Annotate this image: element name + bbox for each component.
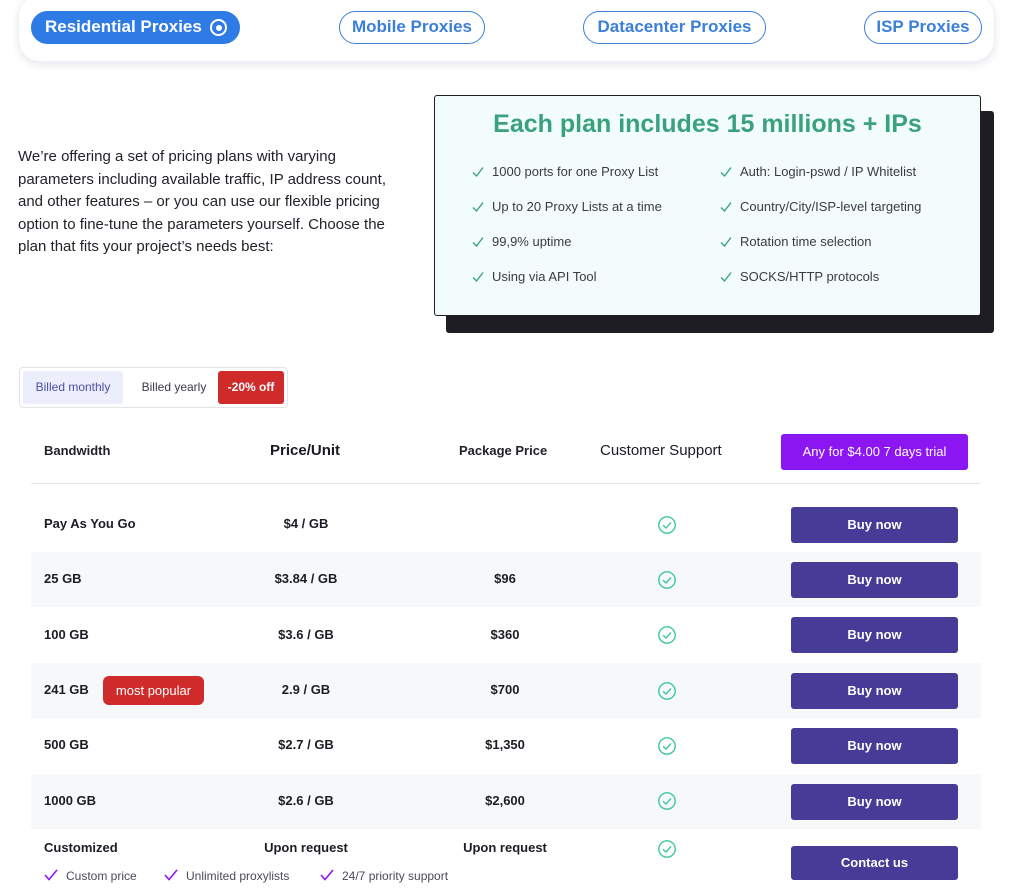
feature-item: Rotation time selection bbox=[720, 234, 872, 250]
check-circle-icon bbox=[658, 840, 676, 858]
tab-label: Mobile Proxies bbox=[352, 17, 472, 36]
features-card: Each plan includes 15 millions + IPs 100… bbox=[434, 95, 981, 316]
bandwidth-cell: 500 GB bbox=[44, 737, 89, 752]
custom-feature-item: Unlimited proxylists bbox=[164, 868, 289, 884]
radio-selected-icon bbox=[210, 19, 227, 36]
feature-item: Country/City/ISP-level targeting bbox=[720, 199, 921, 215]
most-popular-badge: most popular bbox=[103, 676, 204, 705]
tick-icon bbox=[164, 869, 178, 881]
check-circle-icon bbox=[658, 792, 676, 810]
header-bandwidth: Bandwidth bbox=[44, 443, 111, 458]
tab-label: Residential Proxies bbox=[45, 17, 202, 36]
bandwidth-cell: 241 GB bbox=[44, 682, 89, 697]
buy-now-button[interactable]: Buy now bbox=[791, 562, 958, 598]
check-circle-icon bbox=[658, 571, 676, 589]
bandwidth-cell: 100 GB bbox=[44, 627, 89, 642]
check-circle-icon bbox=[658, 516, 676, 534]
buy-now-button[interactable]: Buy now bbox=[791, 617, 958, 653]
check-icon bbox=[720, 237, 732, 248]
tab-label: Datacenter Proxies bbox=[597, 17, 752, 36]
table-row: 500 GB $2.7 / GB $1,350 Buy now bbox=[31, 718, 981, 773]
check-circle-icon bbox=[658, 682, 676, 700]
feature-item: Using via API Tool bbox=[472, 269, 597, 285]
feature-item: Auth: Login-pswd / IP Whitelist bbox=[720, 164, 916, 180]
table-row: 100 GB $3.6 / GB $360 Buy now bbox=[31, 607, 981, 662]
custom-feature-item: 24/7 priority support bbox=[320, 868, 448, 884]
check-icon bbox=[472, 272, 484, 283]
contact-us-button[interactable]: Contact us bbox=[791, 846, 958, 880]
check-icon bbox=[472, 202, 484, 213]
check-icon bbox=[472, 237, 484, 248]
tab-residential-proxies[interactable]: Residential Proxies bbox=[31, 11, 240, 44]
feature-item: 99,9% uptime bbox=[472, 234, 572, 250]
feature-item: Up to 20 Proxy Lists at a time bbox=[472, 199, 662, 215]
billed-monthly-option[interactable]: Billed monthly bbox=[23, 371, 123, 404]
check-icon bbox=[720, 202, 732, 213]
buy-now-button[interactable]: Buy now bbox=[791, 728, 958, 764]
check-icon bbox=[720, 167, 732, 178]
tab-datacenter-proxies[interactable]: Datacenter Proxies bbox=[583, 11, 766, 44]
tab-mobile-proxies[interactable]: Mobile Proxies bbox=[339, 11, 485, 44]
feature-item: SOCKS/HTTP protocols bbox=[720, 269, 879, 285]
bandwidth-cell: 1000 GB bbox=[44, 793, 97, 808]
table-row: 241 GB most popular 2.9 / GB $700 Buy no… bbox=[31, 663, 981, 718]
check-circle-icon bbox=[658, 626, 676, 644]
tick-icon bbox=[320, 869, 334, 881]
intro-text: We’re offering a set of pricing plans wi… bbox=[18, 148, 386, 255]
check-circle-icon bbox=[658, 737, 676, 755]
feature-item: 1000 ports for one Proxy List bbox=[472, 164, 658, 180]
trial-button[interactable]: Any for $4.00 7 days trial bbox=[781, 434, 968, 470]
proxy-type-tabs: Residential Proxies Mobile Proxies Datac… bbox=[18, 0, 995, 62]
header-customer-support: Customer Support bbox=[600, 442, 722, 459]
billing-toggle: Billed monthly Billed yearly -20% off bbox=[19, 367, 288, 408]
table-row: Pay As You Go $4 / GB Buy now bbox=[31, 497, 981, 552]
bandwidth-cell: Customized bbox=[44, 840, 118, 855]
billed-yearly-option[interactable]: Billed yearly bbox=[128, 371, 220, 404]
discount-badge: -20% off bbox=[218, 371, 284, 404]
header-divider bbox=[31, 483, 981, 484]
features-title: Each plan includes 15 millions + IPs bbox=[493, 110, 922, 138]
custom-feature-item: Custom price bbox=[44, 868, 137, 884]
tab-label: ISP Proxies bbox=[876, 17, 970, 36]
tick-icon bbox=[44, 869, 58, 881]
header-price-unit: Price/Unit bbox=[270, 442, 341, 459]
table-row: 25 GB $3.84 / GB $96 Buy now bbox=[31, 552, 981, 607]
buy-now-button[interactable]: Buy now bbox=[791, 673, 958, 709]
bandwidth-cell: Pay As You Go bbox=[44, 516, 136, 531]
header-package-price: Package Price bbox=[459, 443, 548, 458]
check-icon bbox=[720, 272, 732, 283]
bandwidth-cell: 25 GB bbox=[44, 571, 82, 586]
table-row: 1000 GB $2.6 / GB $2,600 Buy now bbox=[31, 774, 981, 829]
buy-now-button[interactable]: Buy now bbox=[791, 784, 958, 820]
tab-isp-proxies[interactable]: ISP Proxies bbox=[864, 11, 982, 44]
buy-now-button[interactable]: Buy now bbox=[791, 507, 958, 543]
check-icon bbox=[472, 167, 484, 178]
